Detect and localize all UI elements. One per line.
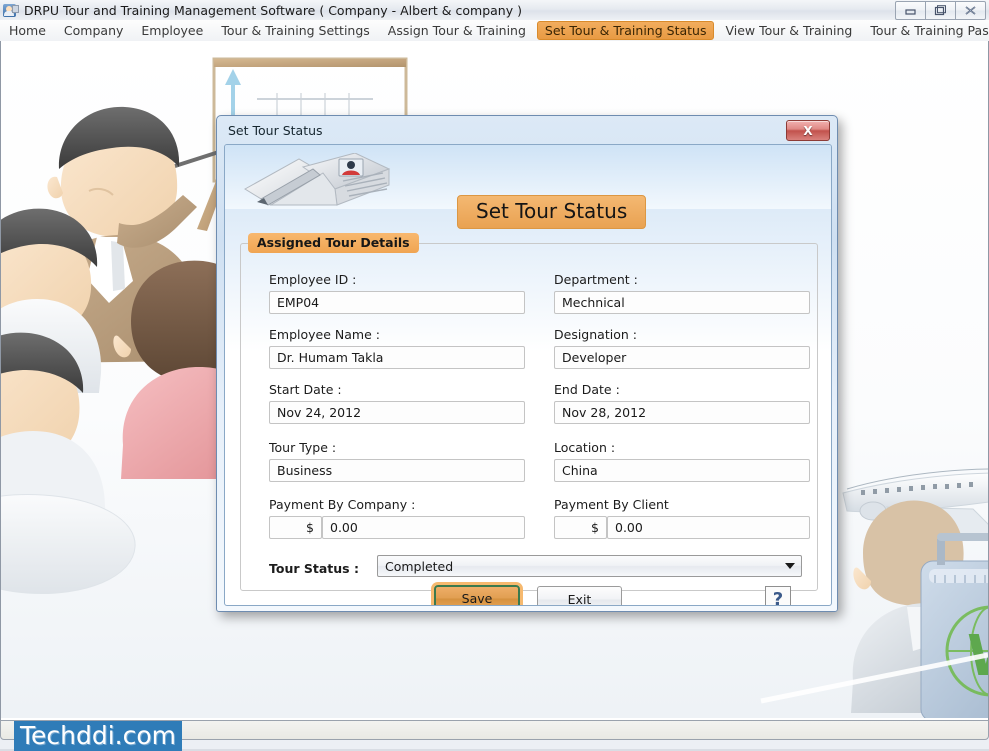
group-legend: Assigned Tour Details xyxy=(248,233,419,253)
label-employee-name: Employee Name : xyxy=(269,327,380,342)
label-end-date: End Date : xyxy=(554,382,620,397)
label-start-date: Start Date : xyxy=(269,382,342,397)
minimize-icon[interactable] xyxy=(895,1,926,20)
dialog-content: Set Tour Status Assigned Tour Details Em… xyxy=(224,144,832,606)
restore-icon[interactable] xyxy=(926,1,956,20)
label-employee-id: Employee ID : xyxy=(269,272,357,287)
input-designation[interactable]: Developer xyxy=(554,346,810,369)
menu-item-set-tour-training-status[interactable]: Set Tour & Training Status xyxy=(536,21,715,40)
tour-status-dropdown[interactable]: Completed xyxy=(377,555,802,577)
chevron-down-icon xyxy=(785,563,795,569)
save-button[interactable]: Save xyxy=(434,585,520,605)
menu-item-tour-training-settings[interactable]: Tour & Training Settings xyxy=(212,20,378,41)
dialog-close-icon[interactable]: X xyxy=(786,120,830,141)
input-payment-by-company[interactable]: 0.00 xyxy=(322,516,525,539)
input-location[interactable]: China xyxy=(554,459,810,482)
application-window: DRPU Tour and Training Management Softwa… xyxy=(0,0,989,751)
window-title: DRPU Tour and Training Management Softwa… xyxy=(24,2,522,18)
menu-item-home[interactable]: Home xyxy=(0,20,55,41)
currency-payment-by-company: $ xyxy=(269,516,322,539)
label-payment-by-client: Payment By Client xyxy=(554,497,669,512)
window-controls xyxy=(895,1,986,20)
input-department[interactable]: Mechnical xyxy=(554,291,810,314)
menu-item-assign-tour-training[interactable]: Assign Tour & Training xyxy=(379,20,535,41)
input-employee-id[interactable]: EMP04 xyxy=(269,291,525,314)
input-employee-name[interactable]: Dr. Humam Takla xyxy=(269,346,525,369)
app-icon xyxy=(3,3,19,18)
input-payment-by-client[interactable]: 0.00 xyxy=(607,516,810,539)
set-tour-status-dialog: Set Tour Status X Set Tour Status Assign… xyxy=(216,115,838,612)
menu-item-tour-training-pass[interactable]: Tour & Training Pass xyxy=(861,20,989,41)
label-location: Location : xyxy=(554,440,616,455)
label-designation: Designation : xyxy=(554,327,637,342)
label-tour-type: Tour Type : xyxy=(269,440,337,455)
menu-item-company[interactable]: Company xyxy=(55,20,132,41)
watermark-label: Techddi.com xyxy=(14,721,183,751)
label-payment-by-company: Payment By Company : xyxy=(269,497,416,512)
label-department: Department : xyxy=(554,272,638,287)
currency-payment-by-client: $ xyxy=(554,516,607,539)
dialog-header-title: Set Tour Status xyxy=(457,195,647,229)
notebook-pen-icon xyxy=(244,153,391,206)
window-titlebar: DRPU Tour and Training Management Softwa… xyxy=(0,0,989,21)
help-button[interactable]: ? xyxy=(765,586,791,605)
dialog-title: Set Tour Status xyxy=(228,122,323,138)
dialog-titlebar: Set Tour Status xyxy=(217,116,837,144)
input-start-date[interactable]: Nov 24, 2012 xyxy=(269,401,525,424)
label-tour-status: Tour Status : xyxy=(269,561,359,576)
input-tour-type[interactable]: Business xyxy=(269,459,525,482)
tour-status-selected-value: Completed xyxy=(385,558,454,574)
menu-item-employee[interactable]: Employee xyxy=(132,20,212,41)
exit-button[interactable]: Exit xyxy=(537,586,622,605)
menu-item-view-tour-training[interactable]: View Tour & Training xyxy=(716,20,861,41)
close-icon[interactable] xyxy=(956,1,986,20)
input-end-date[interactable]: Nov 28, 2012 xyxy=(554,401,810,424)
main-menu-bar: Home Company Employee Tour & Training Se… xyxy=(0,20,989,42)
